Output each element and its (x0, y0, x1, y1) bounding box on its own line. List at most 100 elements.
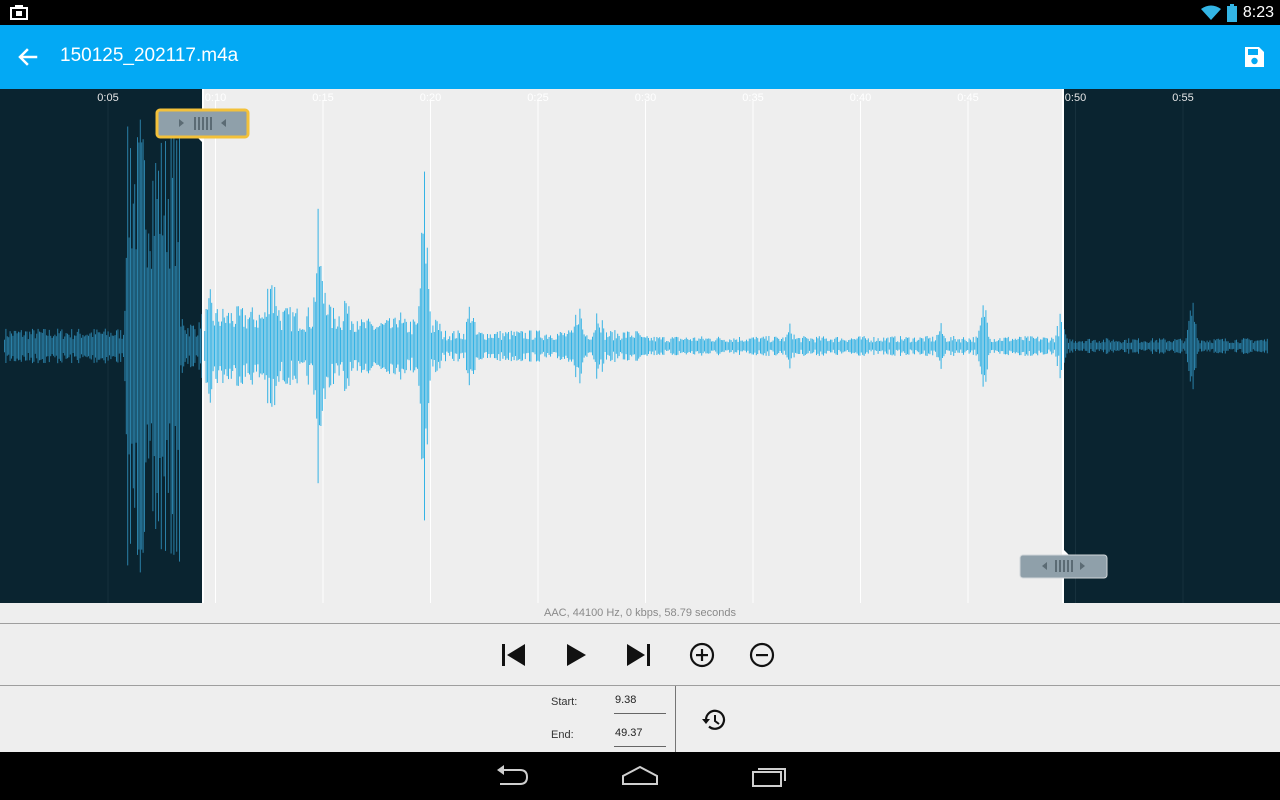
wave-bar (383, 324, 385, 368)
wave-bar (464, 339, 466, 353)
restore-icon[interactable] (700, 706, 728, 734)
wave-bar (1147, 343, 1149, 349)
nav-home-icon[interactable] (620, 762, 660, 790)
waveform-canvas[interactable]: 0:05 0:10 0:15 0:20 0:25 0:30 0:35 0:40 0:45 0:50… (0, 89, 1280, 603)
skip-next-icon[interactable] (621, 638, 655, 672)
wave-bar (935, 340, 936, 352)
wave-bar (321, 281, 323, 411)
wave-bar (953, 336, 955, 356)
wave-bar (352, 323, 354, 369)
wave-bar (34, 338, 36, 354)
wave-bar (610, 331, 612, 362)
wave-bar (396, 324, 397, 368)
wave-bar (226, 315, 228, 377)
wave-bar (699, 338, 701, 354)
wave-bar (1124, 340, 1125, 353)
wave-bar (69, 337, 71, 355)
play-icon[interactable] (558, 638, 592, 672)
wave-bar (1188, 320, 1190, 371)
wave-bar (316, 273, 318, 419)
wave-bar (694, 337, 696, 355)
wave-bar (1223, 341, 1225, 351)
wave-bar (748, 338, 750, 354)
wave-bar (1206, 340, 1208, 352)
wave-bar (27, 339, 29, 353)
wave-bar (921, 338, 922, 354)
wave-bar (65, 333, 67, 359)
start-label: Start: (551, 696, 578, 708)
wave-bar (1065, 334, 1067, 358)
wave-bar (1254, 341, 1256, 351)
wave-bar (26, 331, 28, 361)
wave-bar (425, 263, 427, 429)
wave-bar (520, 331, 522, 362)
zoom-in-icon[interactable] (685, 638, 719, 672)
wave-bar (522, 331, 523, 361)
wave-bar (998, 340, 999, 352)
wave-bar (1087, 339, 1089, 353)
wave-bar (327, 314, 329, 378)
skip-previous-icon[interactable] (497, 638, 531, 672)
wave-bar (16, 333, 18, 359)
wave-bar (207, 309, 208, 383)
nav-recents-icon[interactable] (750, 762, 790, 790)
wave-bar (1044, 337, 1046, 355)
wave-bar (760, 338, 761, 354)
wave-bar (454, 338, 456, 354)
wave-bar (719, 338, 721, 354)
wave-bar (53, 336, 54, 356)
wave-bar (1017, 338, 1019, 354)
wave-bar (767, 340, 768, 352)
wave-bar (736, 339, 738, 353)
wave-bar (601, 320, 603, 372)
wave-bar (428, 289, 430, 404)
wave-bar (1072, 339, 1074, 353)
wave-bar (545, 334, 547, 358)
wave-bar (362, 322, 364, 370)
wave-bar (90, 332, 92, 360)
wave-bar (20, 330, 22, 362)
wave-bar (1020, 337, 1022, 356)
nav-back-icon[interactable] (492, 762, 532, 790)
zoom-out-icon[interactable] (745, 638, 779, 672)
wave-bar (97, 332, 99, 360)
wave-bar (1189, 310, 1191, 382)
end-field[interactable]: 49.37 (614, 723, 666, 747)
wave-bar (463, 333, 465, 359)
wave-bar (375, 328, 376, 364)
wave-bar (431, 332, 432, 360)
start-field[interactable]: 9.38 (614, 690, 666, 714)
wave-bar (253, 319, 255, 373)
wave-bar (1128, 338, 1130, 354)
wave-bar (606, 332, 607, 360)
wave-bar (1180, 338, 1181, 354)
wave-bar (1212, 343, 1214, 349)
wave-bar (468, 306, 470, 386)
wave-bar (531, 339, 533, 353)
wave-bar (348, 306, 350, 386)
wave-bar (128, 237, 130, 455)
arrow-back-icon[interactable] (14, 43, 42, 71)
wave-bar (176, 140, 178, 552)
waveform-editor[interactable]: 0:05 0:10 0:15 0:20 0:25 0:30 0:35 0:40 0:45 0:50… (0, 89, 1280, 603)
wave-bar (197, 335, 199, 357)
wave-bar (671, 337, 673, 355)
wave-bar (260, 318, 262, 374)
wave-bar (417, 323, 418, 369)
wave-bar (1129, 342, 1131, 350)
wave-bar (1247, 338, 1249, 354)
wave-bar (911, 341, 913, 351)
wave-bar (739, 337, 740, 355)
wave-bar (929, 337, 931, 355)
wave-bar (841, 338, 843, 354)
wave-bar (1264, 339, 1265, 353)
wave-bar (496, 331, 498, 360)
wave-bar (950, 337, 952, 355)
wave-bar (1005, 337, 1006, 355)
wave-bar (23, 335, 25, 357)
wave-bar (64, 336, 66, 356)
wave-bar (92, 337, 94, 356)
wave-bar (618, 336, 620, 357)
wave-bar (481, 332, 483, 360)
save-icon[interactable] (1240, 43, 1268, 71)
